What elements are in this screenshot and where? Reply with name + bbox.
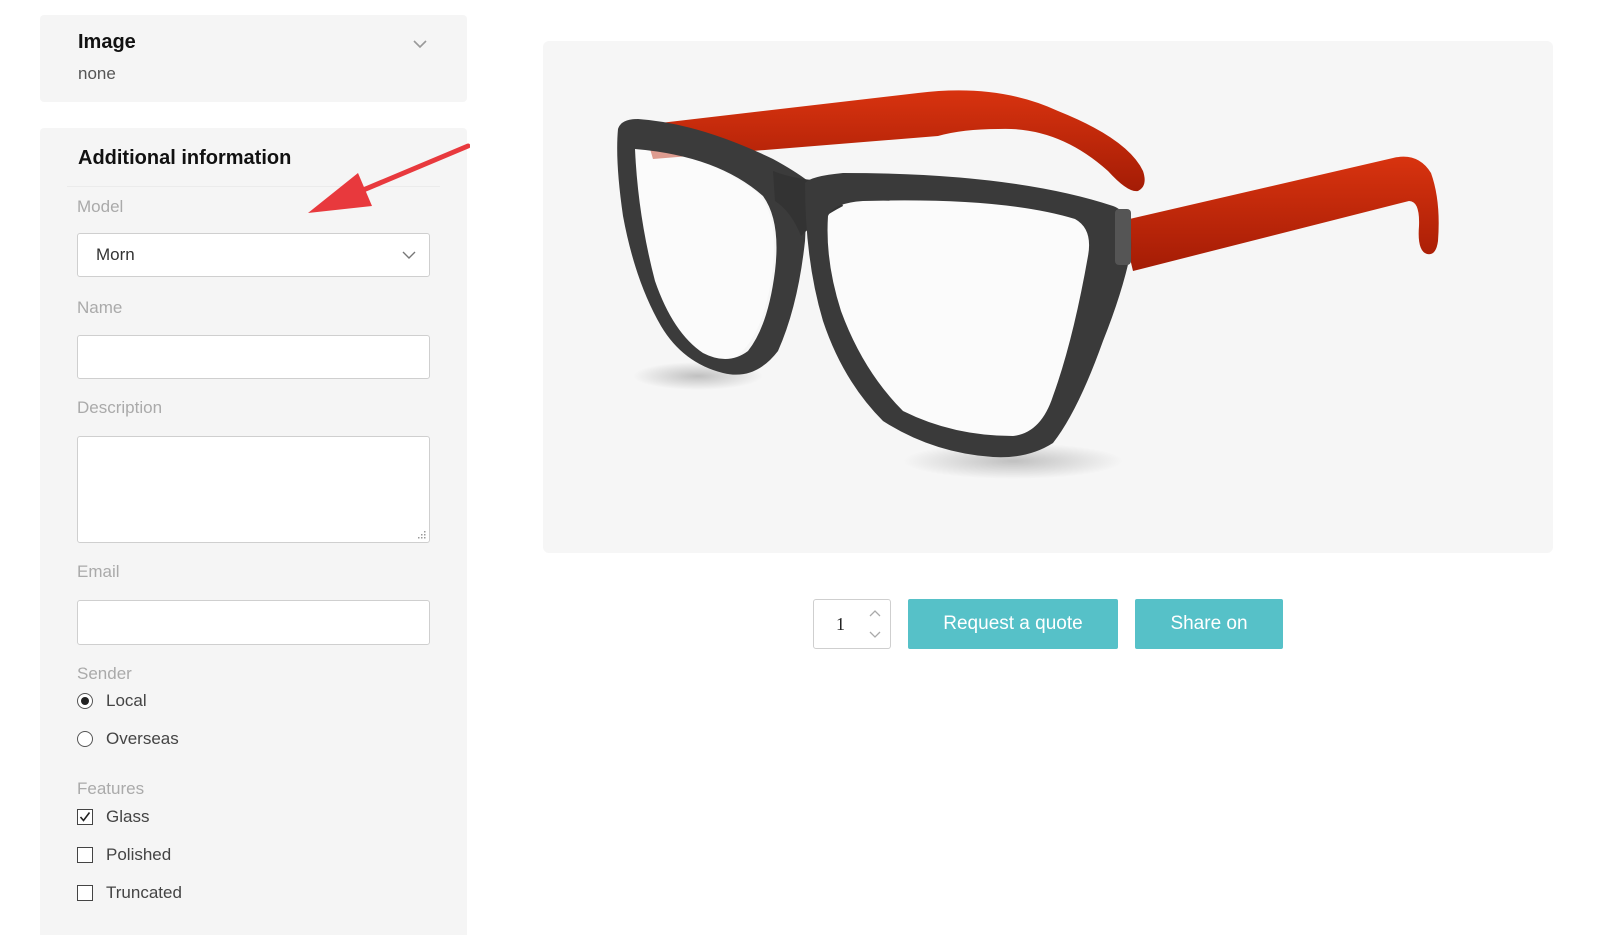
- feature-option-truncated[interactable]: Truncated: [77, 883, 182, 903]
- email-label: Email: [77, 562, 120, 581]
- sender-label: Sender: [77, 664, 132, 683]
- share-button[interactable]: Share on: [1135, 599, 1283, 649]
- sender-option-label: Local: [106, 691, 147, 710]
- feature-option-label: Truncated: [106, 883, 182, 902]
- checkbox[interactable]: [77, 847, 93, 863]
- sender-option-local[interactable]: Local: [77, 691, 147, 711]
- sender-option-overseas[interactable]: Overseas: [77, 729, 179, 749]
- checkbox-checked[interactable]: [77, 809, 93, 825]
- feature-option-glass[interactable]: Glass: [77, 807, 149, 827]
- features-label: Features: [77, 779, 145, 798]
- image-section-title: Image: [78, 31, 136, 53]
- chevron-down-icon: [402, 251, 416, 259]
- name-input[interactable]: [77, 335, 430, 379]
- radio-button[interactable]: [77, 731, 93, 747]
- checkbox[interactable]: [77, 885, 93, 901]
- eyeglasses-product-image: [617, 90, 1439, 479]
- feature-option-label: Glass: [106, 807, 150, 826]
- chevron-down-icon[interactable]: [411, 37, 429, 51]
- annotation-arrow-icon: [308, 143, 470, 213]
- model-select[interactable]: Morn: [77, 233, 430, 277]
- resize-handle-icon[interactable]: [416, 529, 426, 539]
- image-section-value: none: [78, 64, 116, 83]
- feature-option-label: Polished: [106, 845, 172, 864]
- feature-option-polished[interactable]: Polished: [77, 845, 171, 865]
- description-textarea[interactable]: [77, 436, 430, 543]
- email-input[interactable]: [77, 600, 430, 645]
- chevron-up-icon[interactable]: [868, 608, 882, 618]
- chevron-down-icon[interactable]: [868, 630, 882, 640]
- sender-option-label: Overseas: [106, 729, 179, 748]
- quantity-stepper[interactable]: 1: [813, 599, 891, 649]
- radio-button-selected[interactable]: [77, 693, 93, 709]
- quantity-value: 1: [836, 614, 845, 634]
- name-label: Name: [77, 298, 123, 317]
- product-image-panel: [543, 41, 1553, 553]
- model-selected-value: Morn: [96, 245, 135, 264]
- checkmark-icon: [79, 812, 91, 822]
- description-label: Description: [77, 398, 163, 417]
- additional-information-card: Additional information Model Morn Name D…: [40, 128, 467, 935]
- request-quote-button[interactable]: Request a quote: [908, 599, 1118, 649]
- model-label: Model: [77, 197, 124, 216]
- additional-information-title: Additional information: [78, 147, 292, 169]
- image-card[interactable]: Image none: [40, 15, 467, 102]
